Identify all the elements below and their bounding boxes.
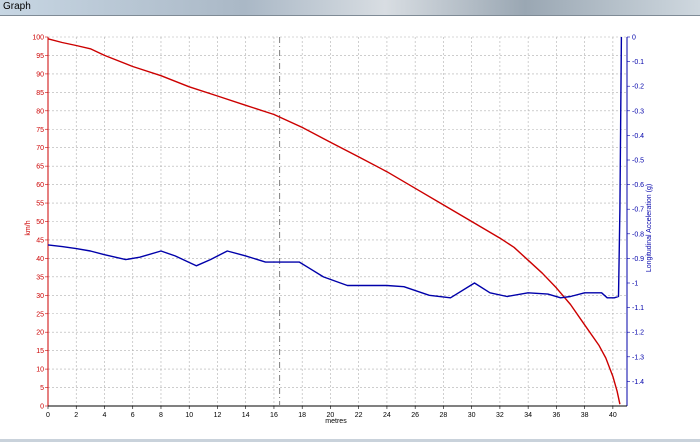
graph-plot[interactable]: 0 2 4 6 8 10 12 14 16 18 20 22 24 26 28 30 32 34 36 38 40051… [0, 16, 700, 439]
right-y-tick-label: -1.4 [632, 379, 644, 386]
left-y-tick-label: 95 [36, 53, 44, 60]
right-y-tick-label: -1.1 [632, 305, 644, 312]
left-y-tick-label: 30 [36, 293, 44, 300]
left-y-tick-label: 35 [36, 274, 44, 281]
right-y-tick-label: -1.3 [632, 354, 644, 361]
right-y-tick-label: -0.3 [632, 108, 644, 115]
x-tick-label: 34 [524, 412, 532, 419]
right-y-tick-label: -0.9 [632, 256, 644, 263]
x-tick-label: 6 [131, 412, 135, 419]
left-y-tick-label: 45 [36, 237, 44, 244]
x-tick-label: 22 [355, 412, 363, 419]
left-y-tick-label: 65 [36, 164, 44, 171]
x-tick-label: 16 [270, 412, 278, 419]
x-tick-label: 40 [609, 412, 617, 419]
left-y-tick-label: 75 [36, 127, 44, 134]
left-y-tick-label: 55 [36, 201, 44, 208]
left-y-tick-label: 0 [40, 404, 44, 411]
right-y-tick-label: 0 [632, 35, 636, 42]
x-tick-label: 8 [159, 412, 163, 419]
window-titlebar[interactable]: Graph [0, 0, 700, 16]
x-tick-label: 0 [46, 412, 50, 419]
x-axis-label: metres [325, 418, 347, 425]
left-axis-label: km/h [25, 220, 32, 235]
x-tick-label: 36 [552, 412, 560, 419]
x-tick-label: 4 [103, 412, 107, 419]
left-y-tick-label: 85 [36, 90, 44, 97]
left-y-tick-label: 90 [36, 71, 44, 78]
left-y-tick-label: 20 [36, 330, 44, 337]
x-tick-label: 30 [468, 412, 476, 419]
left-y-tick-label: 5 [40, 385, 44, 392]
left-y-tick-label: 10 [36, 367, 44, 374]
right-y-tick-label: -0.7 [632, 207, 644, 214]
graph-window: Graph 0 2 4 6 8 10 12 14 16 18 20 22 24 26 28 30 32 34 36 3… [0, 0, 700, 442]
right-y-tick-label: -1.2 [632, 330, 644, 337]
x-tick-label: 28 [440, 412, 448, 419]
x-tick-label: 18 [298, 412, 306, 419]
x-tick-label: 2 [74, 412, 78, 419]
x-tick-label: 14 [242, 412, 250, 419]
left-y-tick-label: 100 [32, 35, 44, 42]
left-y-tick-label: 25 [36, 311, 44, 318]
plot-background [0, 16, 700, 439]
x-tick-label: 10 [185, 412, 193, 419]
left-y-tick-label: 50 [36, 219, 44, 226]
left-y-tick-label: 70 [36, 145, 44, 152]
x-tick-label: 38 [581, 412, 589, 419]
left-y-tick-label: 60 [36, 182, 44, 189]
x-tick-label: 26 [411, 412, 419, 419]
x-tick-label: 24 [383, 412, 391, 419]
right-y-tick-label: -0.1 [632, 59, 644, 66]
left-y-tick-label: 15 [36, 348, 44, 355]
right-y-tick-label: -0.8 [632, 231, 644, 238]
right-axis-label: Longitudinal Acceleration (g) [646, 184, 653, 272]
x-tick-label: 12 [214, 412, 222, 419]
right-y-tick-label: -0.4 [632, 133, 644, 140]
right-y-tick-label: -0.5 [632, 158, 644, 165]
right-y-tick-label: -0.2 [632, 84, 644, 91]
right-y-tick-label: -1 [632, 281, 638, 288]
window-title: Graph [3, 1, 31, 12]
left-y-tick-label: 80 [36, 108, 44, 115]
right-y-tick-label: -0.6 [632, 182, 644, 189]
x-tick-label: 32 [496, 412, 504, 419]
left-y-tick-label: 40 [36, 256, 44, 263]
